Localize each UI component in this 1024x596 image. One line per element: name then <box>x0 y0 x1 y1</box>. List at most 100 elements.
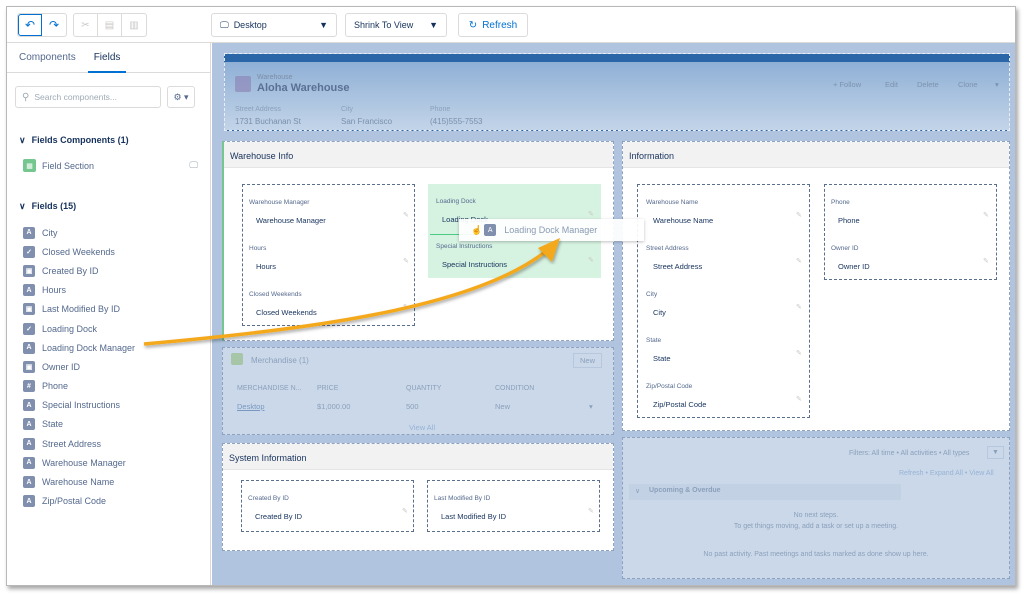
cell: 500 <box>406 402 419 411</box>
undo-button[interactable]: ↶ <box>18 14 42 36</box>
row-actions-icon[interactable]: ▾ <box>589 402 593 411</box>
pencil-icon: ✎ <box>588 508 594 515</box>
field-value[interactable]: Last Modified By ID <box>441 512 506 521</box>
text-field-icon: A <box>23 456 35 469</box>
warehouse-info-section[interactable]: Warehouse Info Warehouse Manager Warehou… <box>222 141 614 341</box>
field-value[interactable]: Zip/Postal Code <box>653 400 706 409</box>
cell: $1,000.00 <box>317 402 351 411</box>
tab-fields[interactable]: Fields <box>87 43 127 73</box>
app-window: ↶ ↷ ✂ ▤ ▥ 🖵 Desktop ▼ Shrink To View ▼ ↻ … <box>6 6 1016 586</box>
search-input[interactable]: ⚲ Search components... <box>15 86 161 108</box>
clipboard-group: ✂ ▤ ▥ <box>73 13 147 37</box>
field-components-header[interactable]: ∨ Fields Components (1) <box>19 135 129 146</box>
system-information-section[interactable]: System Information Created By ID Created… <box>222 443 614 551</box>
section-title: System Information <box>223 444 613 470</box>
field-value[interactable]: Street Address <box>653 262 702 271</box>
field-list-item[interactable]: # Phone <box>23 377 135 396</box>
field-label: Owner ID <box>831 245 859 252</box>
field-label: City <box>646 291 658 298</box>
delete-button[interactable]: Delete <box>917 80 939 89</box>
field-value[interactable]: Warehouse Manager <box>256 216 326 225</box>
dragged-field[interactable]: ☝ A Loading Dock Manager <box>459 219 644 241</box>
redo-button[interactable]: ↷ <box>42 14 66 36</box>
left-panel: Components Fields ⚲ Search components...… <box>7 43 211 585</box>
view-all-link[interactable]: View All <box>409 423 435 432</box>
activity-links[interactable]: Refresh • Expand All • View All <box>899 470 994 477</box>
lookup-field-icon: ▣ <box>23 303 35 316</box>
text-field-icon: A <box>484 224 497 236</box>
field-value[interactable]: Phone <box>838 216 860 225</box>
field-value[interactable]: Owner ID <box>838 262 870 271</box>
record-header[interactable]: Warehouse Aloha Warehouse Street Address… <box>224 53 1010 131</box>
field-list-item[interactable]: A Hours <box>23 281 135 300</box>
pencil-icon: ✎ <box>403 212 409 219</box>
column-header: QUANTITY <box>406 385 442 392</box>
header-field-label: Street Address <box>235 106 281 113</box>
upcoming-header[interactable]: ∨ Upcoming & Overdue <box>629 484 901 500</box>
activity-timeline[interactable]: Filters: All time • All activities • All… <box>622 437 1010 579</box>
filter-icon[interactable]: ▼ <box>987 446 1004 459</box>
new-button[interactable]: New <box>573 353 603 368</box>
field-list-item[interactable]: ▣ Owner ID <box>23 357 135 376</box>
zoom-select[interactable]: Shrink To View ▼ <box>345 13 447 37</box>
field-list-label: City <box>42 227 58 238</box>
field-value[interactable]: Warehouse Name <box>653 216 713 225</box>
section-title: Information <box>623 142 1009 168</box>
field-list-item[interactable]: A Warehouse Manager <box>23 453 135 472</box>
header-field-value: 1731 Buchanan St <box>235 117 301 126</box>
field-label: Last Modified By ID <box>434 495 491 502</box>
field-label: Created By ID <box>248 495 289 502</box>
field-list-item[interactable]: A Street Address <box>23 434 135 453</box>
settings-menu-button[interactable]: ⚙ ▾ <box>167 86 195 108</box>
field-value[interactable]: Special Instructions <box>442 260 507 269</box>
clone-button[interactable]: Clone <box>958 80 978 89</box>
field-list-label: Phone <box>42 381 69 392</box>
field-list-label: Hours <box>42 285 67 296</box>
field-value[interactable]: Closed Weekends <box>256 308 317 317</box>
caret-down-icon: ▼ <box>319 20 328 30</box>
paste-button[interactable]: ▥ <box>122 14 146 36</box>
field-list-item[interactable]: ▣ Last Modified By ID <box>23 300 135 319</box>
panel-tabs: Components Fields <box>7 43 210 73</box>
lookup-field-icon: ▣ <box>23 360 35 373</box>
field-list-label: Warehouse Name <box>42 477 115 488</box>
row-link[interactable]: Desktop <box>237 402 265 411</box>
pencil-icon: ✎ <box>796 304 802 311</box>
column-header: PRICE <box>317 385 339 392</box>
field-value[interactable]: Hours <box>256 262 276 271</box>
merchandise-related-list[interactable]: Merchandise (1) New MERCHANDISE N... PRI… <box>222 347 614 435</box>
field-value[interactable]: City <box>653 308 666 317</box>
field-list-item[interactable]: ▣ Created By ID <box>23 261 135 280</box>
field-list-item[interactable]: A Zip/Postal Code <box>23 492 135 511</box>
field-list-label: Owner ID <box>42 361 81 372</box>
field-value[interactable]: State <box>653 354 671 363</box>
zoom-select-value: Shrink To View <box>354 20 414 30</box>
copy-button[interactable]: ▤ <box>98 14 122 36</box>
field-list-item[interactable]: A Warehouse Name <box>23 472 135 491</box>
field-list-item[interactable]: A Special Instructions <box>23 396 135 415</box>
pencil-icon: ✎ <box>588 257 594 264</box>
more-actions-button[interactable]: ▾ <box>995 80 999 89</box>
edit-button[interactable]: Edit <box>885 80 898 89</box>
field-list-label: Created By ID <box>42 265 99 276</box>
refresh-button[interactable]: ↻ Refresh <box>458 13 528 37</box>
field-list-item[interactable]: ✓ Closed Weekends <box>23 242 135 261</box>
object-type: Warehouse <box>257 74 293 81</box>
field-label: Loading Dock <box>436 198 476 205</box>
field-list-item[interactable]: A State <box>23 415 135 434</box>
device-select[interactable]: 🖵 Desktop ▼ <box>211 13 337 37</box>
information-section[interactable]: Information Warehouse Name Warehouse Nam… <box>622 141 1010 431</box>
chevron-down-icon: ∨ <box>19 201 26 211</box>
follow-button[interactable]: + Follow <box>833 80 861 89</box>
field-list-label: Loading Dock Manager <box>42 342 136 353</box>
tab-components[interactable]: Components <box>13 43 82 73</box>
component-field-section[interactable]: ▦ Field Section 🖵 <box>23 159 198 172</box>
field-column-left: Created By ID Created By ID ✎ <box>241 480 414 532</box>
pencil-icon: ✎ <box>402 508 408 515</box>
field-list-item[interactable]: A Loading Dock Manager <box>23 338 135 357</box>
field-list-item[interactable]: A City <box>23 223 135 242</box>
field-list-item[interactable]: ✓ Loading Dock <box>23 319 135 338</box>
field-value[interactable]: Created By ID <box>255 512 302 521</box>
cut-button[interactable]: ✂ <box>74 14 98 36</box>
fields-header[interactable]: ∨ Fields (15) <box>19 201 76 212</box>
